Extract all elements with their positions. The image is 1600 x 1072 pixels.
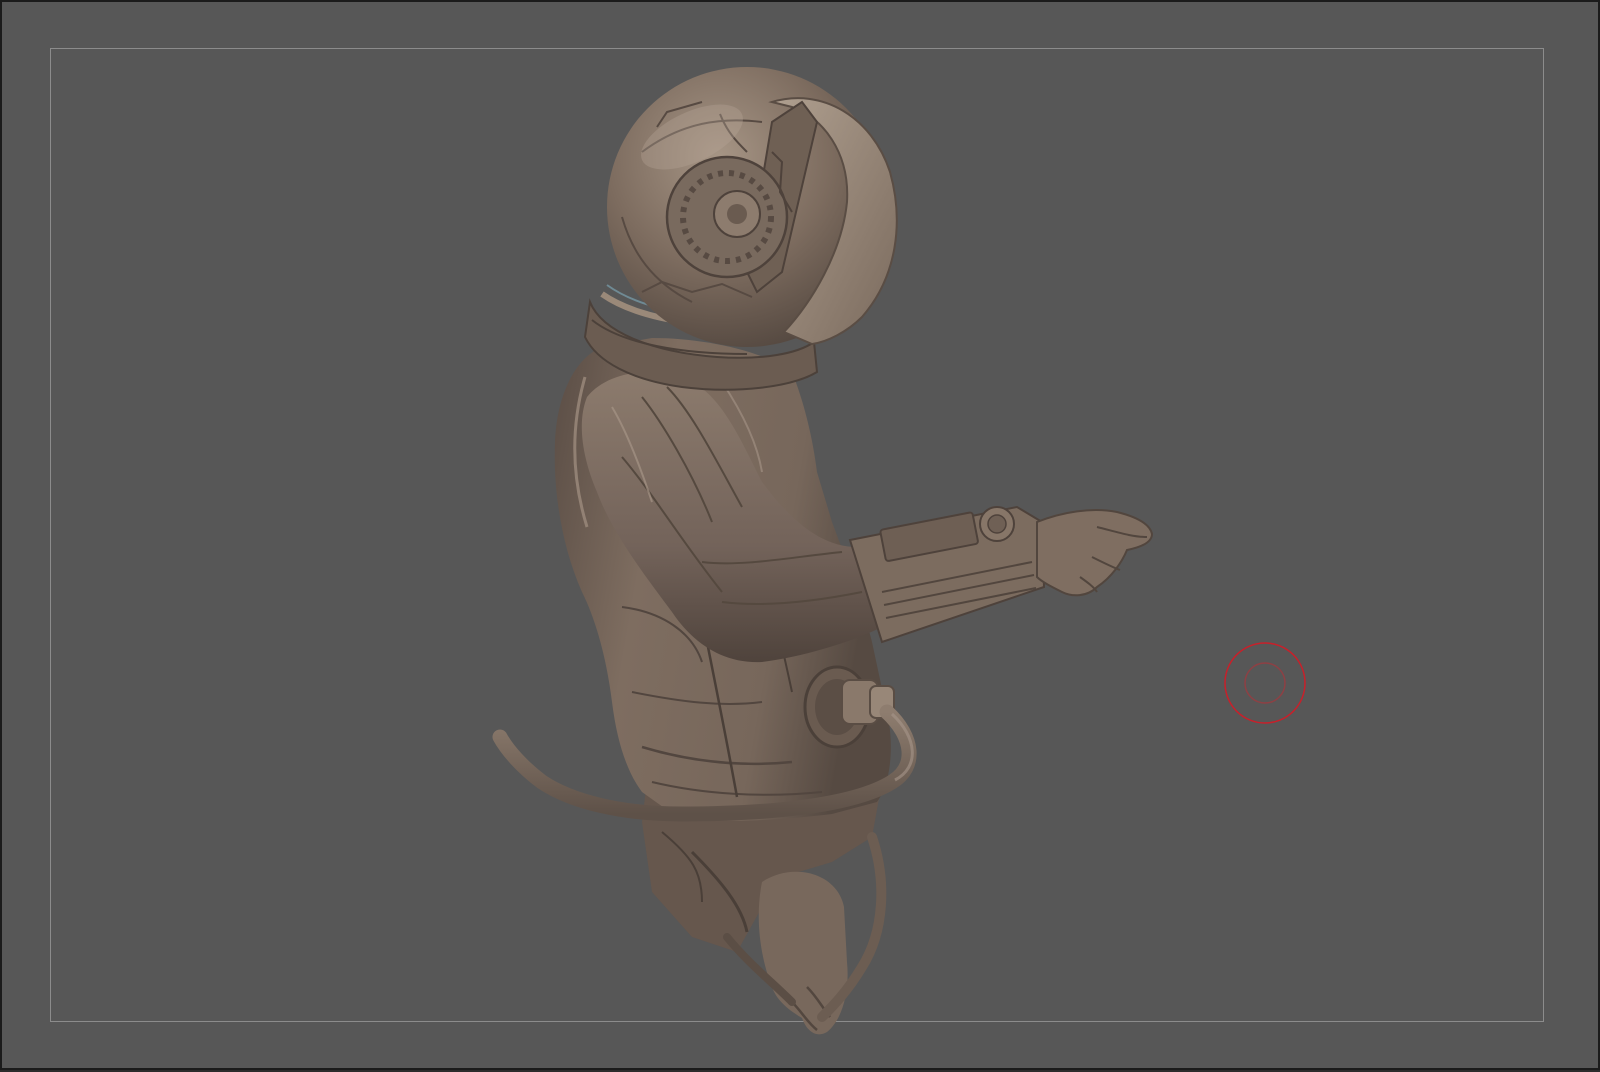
- wrist-cuff: [848, 505, 1046, 644]
- app-window: [0, 0, 1600, 1070]
- astronaut-sculpt-model[interactable]: [2, 2, 1600, 1072]
- helmet: [607, 67, 898, 347]
- extended-glove: [1036, 509, 1154, 597]
- brush-cursor-icon: [1224, 642, 1306, 724]
